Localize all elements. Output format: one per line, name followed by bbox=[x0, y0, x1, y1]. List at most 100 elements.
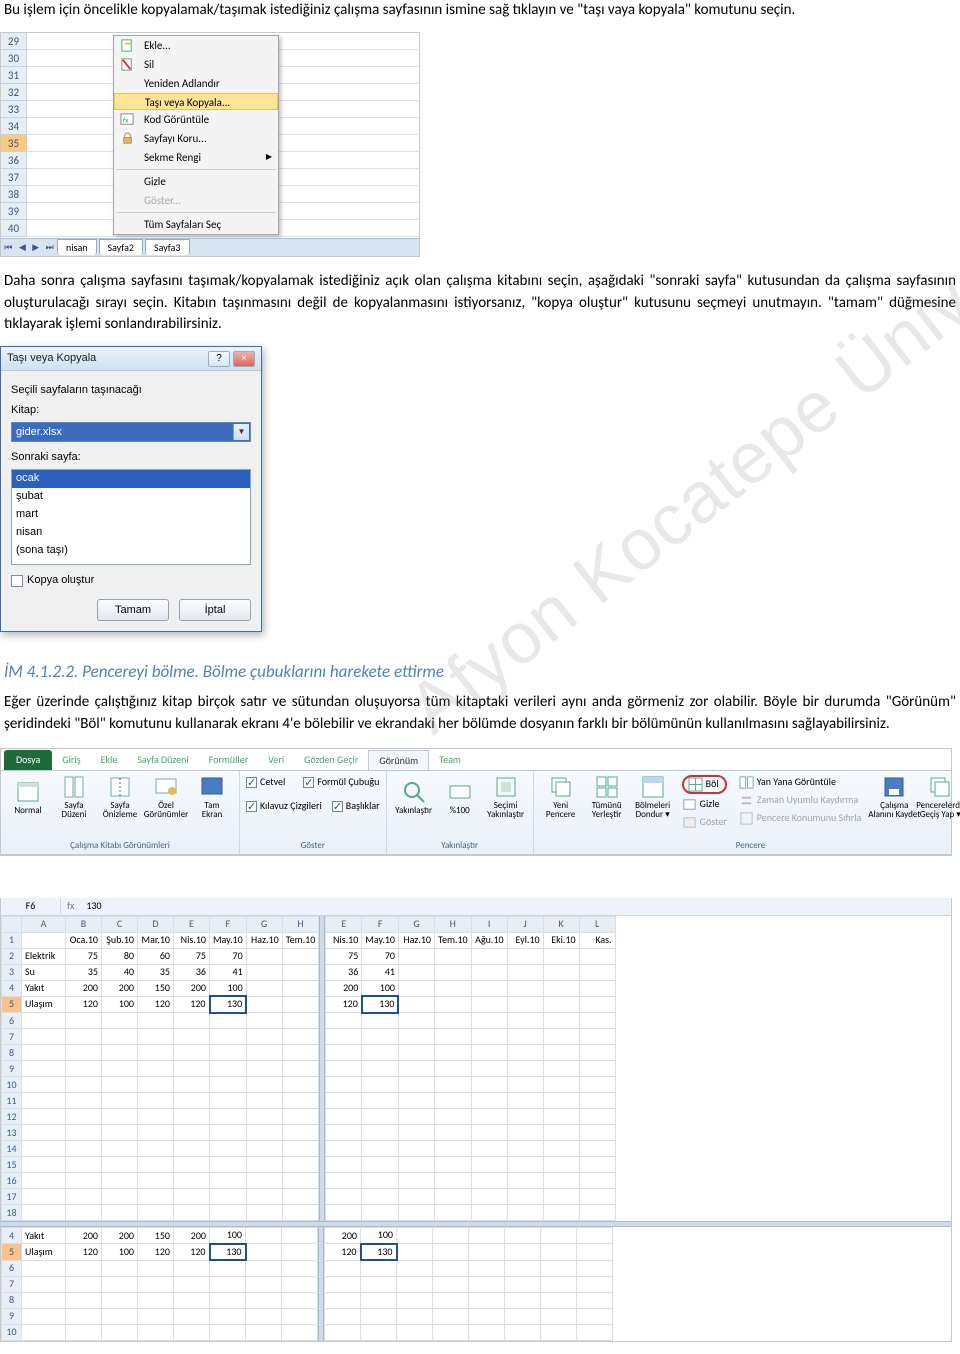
cell[interactable]: 36 bbox=[326, 964, 362, 980]
row-header[interactable]: 9 bbox=[2, 1061, 22, 1077]
cell[interactable] bbox=[579, 1205, 615, 1221]
cell[interactable]: Nis.10 bbox=[174, 932, 210, 948]
cell[interactable] bbox=[541, 1244, 577, 1261]
fullscreen-button[interactable]: Tam Ekran bbox=[191, 775, 233, 820]
cell[interactable] bbox=[541, 1292, 577, 1308]
cell[interactable]: 60 bbox=[138, 948, 174, 964]
cell[interactable] bbox=[362, 1189, 399, 1205]
cell[interactable] bbox=[246, 948, 282, 964]
cell[interactable] bbox=[102, 1061, 138, 1077]
cell[interactable] bbox=[102, 1029, 138, 1045]
cell[interactable] bbox=[397, 1244, 433, 1261]
cell[interactable] bbox=[246, 1013, 282, 1029]
cell[interactable] bbox=[579, 1173, 615, 1189]
tab-nav-first-icon[interactable]: ⏮ bbox=[4, 241, 12, 254]
cell[interactable] bbox=[66, 1045, 102, 1061]
cell[interactable]: 41 bbox=[362, 964, 399, 980]
row-header[interactable]: 5 bbox=[2, 996, 22, 1013]
tab-home[interactable]: Giriş bbox=[52, 750, 90, 770]
cell[interactable] bbox=[102, 1045, 138, 1061]
cell[interactable] bbox=[471, 1061, 507, 1077]
cell[interactable] bbox=[471, 1205, 507, 1221]
cell[interactable] bbox=[22, 1013, 66, 1029]
tab-pagelayout[interactable]: Sayfa Düzeni bbox=[127, 750, 198, 770]
cell[interactable] bbox=[282, 1324, 318, 1340]
cell[interactable] bbox=[210, 1308, 246, 1324]
custom-views-button[interactable]: Özel Görünümler bbox=[145, 775, 187, 820]
cell[interactable] bbox=[579, 1125, 615, 1141]
cell[interactable]: Eyl.10 bbox=[507, 932, 543, 948]
row-header[interactable]: 1 bbox=[2, 932, 22, 948]
cell[interactable] bbox=[246, 1205, 282, 1221]
cell[interactable] bbox=[471, 1029, 507, 1045]
cell[interactable] bbox=[246, 1029, 282, 1045]
cell[interactable] bbox=[102, 1157, 138, 1173]
cell[interactable] bbox=[174, 1308, 210, 1324]
active-cell[interactable]: 130 bbox=[210, 1244, 246, 1261]
cell[interactable] bbox=[471, 1189, 507, 1205]
cell[interactable] bbox=[174, 1324, 210, 1340]
cell[interactable] bbox=[469, 1292, 505, 1308]
cell[interactable] bbox=[577, 1292, 613, 1308]
cell[interactable] bbox=[505, 1292, 541, 1308]
cell[interactable] bbox=[579, 1077, 615, 1093]
cell[interactable] bbox=[543, 1125, 579, 1141]
cell[interactable] bbox=[434, 1125, 471, 1141]
cell[interactable]: 100 bbox=[210, 1228, 246, 1244]
cell[interactable]: Yakıt bbox=[22, 1228, 66, 1244]
save-workspace-button[interactable]: Çalışma Alanını Kaydet bbox=[873, 775, 915, 820]
cell[interactable] bbox=[543, 1029, 579, 1045]
list-item[interactable]: mart bbox=[12, 506, 250, 524]
cell[interactable]: 75 bbox=[174, 948, 210, 964]
cell[interactable] bbox=[66, 1157, 102, 1173]
formula-bar-checkbox[interactable]: Formül Çubuğu bbox=[303, 775, 379, 790]
cell[interactable] bbox=[246, 1125, 282, 1141]
cell[interactable] bbox=[579, 1045, 615, 1061]
cell[interactable] bbox=[282, 948, 319, 964]
cell[interactable] bbox=[246, 1173, 282, 1189]
cell[interactable] bbox=[102, 1308, 138, 1324]
cell[interactable] bbox=[398, 948, 434, 964]
col-header[interactable]: C bbox=[102, 916, 138, 932]
cell[interactable] bbox=[174, 1173, 210, 1189]
cell[interactable] bbox=[434, 1077, 471, 1093]
cell[interactable] bbox=[174, 1141, 210, 1157]
fx-icon[interactable]: fx bbox=[61, 899, 80, 914]
row-header[interactable]: 18 bbox=[2, 1205, 22, 1221]
cell[interactable] bbox=[174, 1029, 210, 1045]
cell[interactable] bbox=[543, 1077, 579, 1093]
cell[interactable] bbox=[138, 1077, 174, 1093]
cell[interactable] bbox=[246, 1228, 282, 1244]
active-cell[interactable]: 130 bbox=[210, 996, 247, 1013]
row-header[interactable]: 15 bbox=[2, 1157, 22, 1173]
cell[interactable]: 120 bbox=[138, 996, 174, 1013]
cell[interactable] bbox=[362, 1157, 399, 1173]
split-button[interactable]: Böl bbox=[682, 775, 727, 794]
cell[interactable] bbox=[579, 996, 615, 1013]
cell[interactable] bbox=[361, 1324, 397, 1340]
cell[interactable] bbox=[543, 1157, 579, 1173]
cell[interactable] bbox=[22, 1029, 66, 1045]
headings-checkbox[interactable]: Başlıklar bbox=[332, 799, 380, 814]
cell[interactable] bbox=[543, 1013, 579, 1029]
cell[interactable]: Mar.10 bbox=[138, 932, 174, 948]
cell[interactable] bbox=[505, 1244, 541, 1261]
cell[interactable] bbox=[362, 1029, 399, 1045]
cell[interactable] bbox=[246, 996, 282, 1013]
cell[interactable] bbox=[282, 1308, 318, 1324]
cell[interactable] bbox=[398, 980, 434, 996]
ok-button[interactable]: Tamam bbox=[97, 599, 169, 621]
cell[interactable] bbox=[326, 1077, 362, 1093]
cell[interactable] bbox=[471, 1093, 507, 1109]
cell[interactable] bbox=[433, 1244, 469, 1261]
row-header[interactable]: 16 bbox=[2, 1173, 22, 1189]
cell[interactable] bbox=[397, 1292, 433, 1308]
col-header[interactable]: F bbox=[362, 916, 399, 932]
cell[interactable] bbox=[471, 1173, 507, 1189]
cell[interactable] bbox=[362, 1173, 399, 1189]
cell[interactable] bbox=[102, 1013, 138, 1029]
tab-nav-last-icon[interactable]: ⏭ bbox=[46, 241, 54, 254]
cell[interactable] bbox=[507, 1157, 543, 1173]
cell[interactable] bbox=[541, 1308, 577, 1324]
cell[interactable] bbox=[102, 1173, 138, 1189]
